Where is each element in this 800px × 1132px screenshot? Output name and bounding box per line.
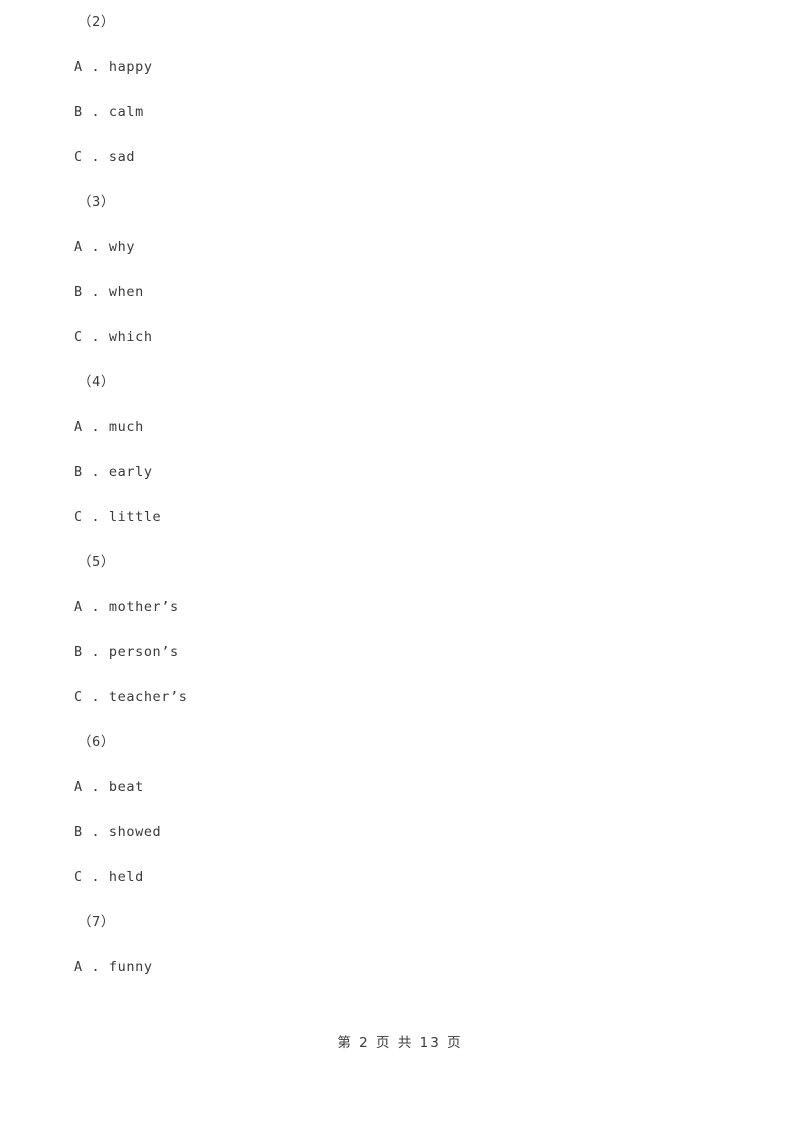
answer-option[interactable]: A . funny	[0, 945, 800, 990]
option-separator: .	[82, 779, 109, 795]
option-separator: .	[82, 419, 109, 435]
option-separator: .	[82, 824, 109, 840]
answer-option[interactable]: A . mother’s	[0, 585, 800, 630]
answer-option[interactable]: B . early	[0, 450, 800, 495]
option-letter: A	[74, 959, 83, 975]
option-text: showed	[108, 824, 162, 840]
option-letter: B	[74, 104, 83, 120]
answer-option[interactable]: B . showed	[0, 810, 800, 855]
option-letter: B	[74, 284, 83, 300]
option-text: funny	[108, 959, 153, 975]
option-letter: C	[74, 509, 83, 525]
answer-option[interactable]: C . teacher’s	[0, 675, 800, 720]
option-letter: C	[74, 149, 83, 165]
option-text: which	[108, 329, 153, 345]
option-separator: .	[82, 149, 109, 165]
option-letter: B	[74, 464, 83, 480]
question-number: （5）	[78, 554, 115, 570]
question-number: （7）	[78, 914, 115, 930]
answer-option[interactable]: A . beat	[0, 765, 800, 810]
question-number: （3）	[78, 194, 115, 210]
option-text: person’s	[108, 644, 179, 660]
option-text: mother’s	[108, 599, 179, 615]
question-number: （4）	[78, 374, 115, 390]
option-letter: A	[74, 599, 83, 615]
option-text: beat	[108, 779, 144, 795]
option-separator: .	[82, 689, 109, 705]
answer-option[interactable]: C . little	[0, 495, 800, 540]
option-separator: .	[82, 509, 109, 525]
option-text: why	[108, 239, 136, 255]
document-page: （2） A . happy B . calm C . sad （3） A . w…	[0, 0, 800, 1132]
option-separator: .	[82, 284, 109, 300]
answer-option[interactable]: C . held	[0, 855, 800, 900]
option-text: teacher’s	[108, 689, 188, 705]
answer-option[interactable]: B . calm	[0, 90, 800, 135]
option-separator: .	[82, 869, 109, 885]
option-text: held	[108, 869, 144, 885]
option-text: early	[108, 464, 153, 480]
answer-option[interactable]: C . which	[0, 315, 800, 360]
page-footer: 第 2 页 共 13 页	[337, 1035, 463, 1051]
answer-option[interactable]: B . person’s	[0, 630, 800, 675]
option-text: happy	[108, 59, 153, 75]
answer-option[interactable]: B . when	[0, 270, 800, 315]
option-letter: A	[74, 779, 83, 795]
question-number: （6）	[78, 734, 115, 750]
option-separator: .	[82, 464, 109, 480]
question-list: （2） A . happy B . calm C . sad （3） A . w…	[0, 0, 800, 990]
question-number: （2）	[78, 14, 115, 30]
answer-option[interactable]: A . why	[0, 225, 800, 270]
option-letter: A	[74, 419, 83, 435]
option-letter: B	[74, 644, 83, 660]
option-text: when	[108, 284, 144, 300]
option-separator: .	[82, 959, 109, 975]
option-letter: C	[74, 869, 83, 885]
option-text: little	[108, 509, 162, 525]
option-separator: .	[82, 59, 109, 75]
option-text: sad	[108, 149, 136, 165]
option-separator: .	[82, 329, 109, 345]
option-text: much	[108, 419, 144, 435]
option-separator: .	[82, 644, 109, 660]
option-text: calm	[108, 104, 144, 120]
option-letter: C	[74, 329, 83, 345]
answer-option[interactable]: A . much	[0, 405, 800, 450]
option-separator: .	[82, 104, 109, 120]
option-letter: A	[74, 239, 83, 255]
option-letter: A	[74, 59, 83, 75]
option-separator: .	[82, 239, 109, 255]
option-separator: .	[82, 599, 109, 615]
answer-option[interactable]: C . sad	[0, 135, 800, 180]
option-letter: B	[74, 824, 83, 840]
answer-option[interactable]: A . happy	[0, 45, 800, 90]
option-letter: C	[74, 689, 83, 705]
